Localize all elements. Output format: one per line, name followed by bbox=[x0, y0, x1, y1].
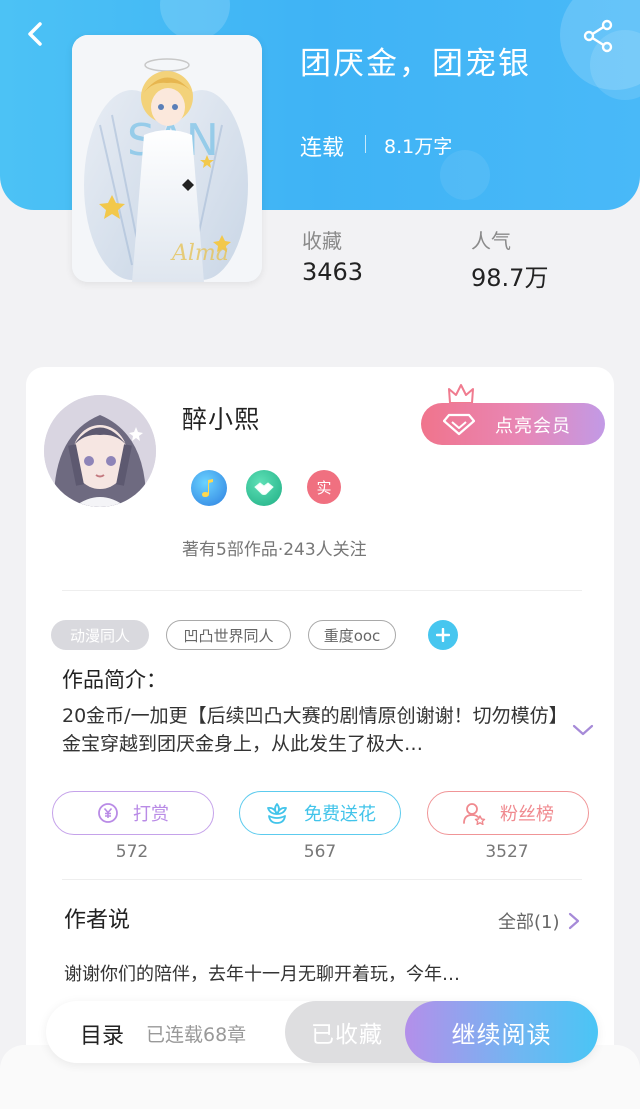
popularity-label: 人气 bbox=[471, 229, 511, 253]
share-icon[interactable] bbox=[578, 16, 618, 56]
reward-label: 打赏 bbox=[133, 804, 169, 825]
collected-label: 已收藏 bbox=[311, 1022, 383, 1048]
favorites-label: 收藏 bbox=[302, 229, 342, 253]
coin-icon bbox=[98, 803, 118, 823]
continue-reading-button[interactable]: 继续阅读 bbox=[405, 1001, 598, 1063]
chevron-right-icon bbox=[568, 912, 579, 930]
svg-text:Alma: Alma bbox=[170, 241, 229, 266]
continue-reading-label: 继续阅读 bbox=[451, 1020, 552, 1049]
send-flower-button[interactable]: 免费送花 bbox=[239, 791, 401, 835]
diamond-icon bbox=[443, 413, 475, 436]
fan-ranking-icon bbox=[463, 803, 486, 825]
music-badge-icon[interactable] bbox=[191, 470, 227, 506]
real-name-badge[interactable]: 实 bbox=[307, 470, 341, 504]
author-name[interactable]: 醉小熙 bbox=[182, 400, 260, 436]
chapter-count[interactable]: 已连载68章 bbox=[146, 1020, 246, 1047]
tag-anime-fanfic[interactable]: 动漫同人 bbox=[51, 620, 149, 650]
intro-title: 作品简介： bbox=[62, 668, 167, 692]
back-icon[interactable] bbox=[18, 16, 54, 52]
book-status: 连载 bbox=[300, 136, 345, 161]
flower-icon bbox=[267, 803, 287, 824]
fan-ranking-button[interactable]: 粉丝榜 bbox=[427, 791, 589, 835]
divider bbox=[62, 879, 582, 880]
author-meta: 著有5部作品·243人关注 bbox=[182, 540, 367, 560]
divider bbox=[365, 135, 366, 153]
add-tag-button[interactable] bbox=[428, 620, 458, 650]
chevron-down-icon[interactable] bbox=[572, 722, 594, 738]
author-says-title: 作者说 bbox=[64, 908, 131, 933]
author-note-preview[interactable]: 谢谢你们的陪伴，去年十一月无聊开着玩，今年… bbox=[64, 960, 460, 986]
table-of-contents-button[interactable]: 目录 bbox=[80, 1018, 124, 1050]
crown-icon bbox=[447, 383, 475, 405]
word-count: 8.1万字 bbox=[384, 136, 453, 158]
all-notes-link[interactable]: 全部(1) bbox=[498, 908, 580, 934]
fan-count: 3527 bbox=[485, 842, 529, 862]
divider bbox=[62, 590, 582, 591]
tag-aotu-world[interactable]: 凹凸世界同人 bbox=[166, 620, 291, 650]
send-flower-label: 免费送花 bbox=[304, 804, 376, 825]
vip-button[interactable]: 点亮会员 bbox=[421, 403, 605, 445]
book-title: 团厌金，团宠银 bbox=[300, 46, 531, 82]
popularity-value: 98.7万 bbox=[471, 264, 549, 292]
book-cover[interactable]: SAN Alma bbox=[72, 35, 262, 282]
all-notes-label: 全部(1) bbox=[498, 912, 560, 933]
reward-button[interactable]: 打赏 bbox=[52, 791, 214, 835]
avatar[interactable] bbox=[44, 395, 156, 507]
reward-count: 572 bbox=[115, 842, 149, 862]
intro-text[interactable]: 20金币/一加更【后续凹凸大赛的剧情原创谢谢！切勿模仿】金宝穿越到团厌金身上，从… bbox=[62, 702, 562, 758]
vip-label: 点亮会员 bbox=[495, 416, 571, 437]
handshake-badge-icon[interactable] bbox=[246, 470, 282, 506]
favorites-value: 3463 bbox=[302, 258, 364, 286]
flower-count: 567 bbox=[303, 842, 337, 862]
tag-heavy-ooc[interactable]: 重度ooc bbox=[308, 620, 396, 650]
fan-ranking-label: 粉丝榜 bbox=[500, 804, 554, 825]
